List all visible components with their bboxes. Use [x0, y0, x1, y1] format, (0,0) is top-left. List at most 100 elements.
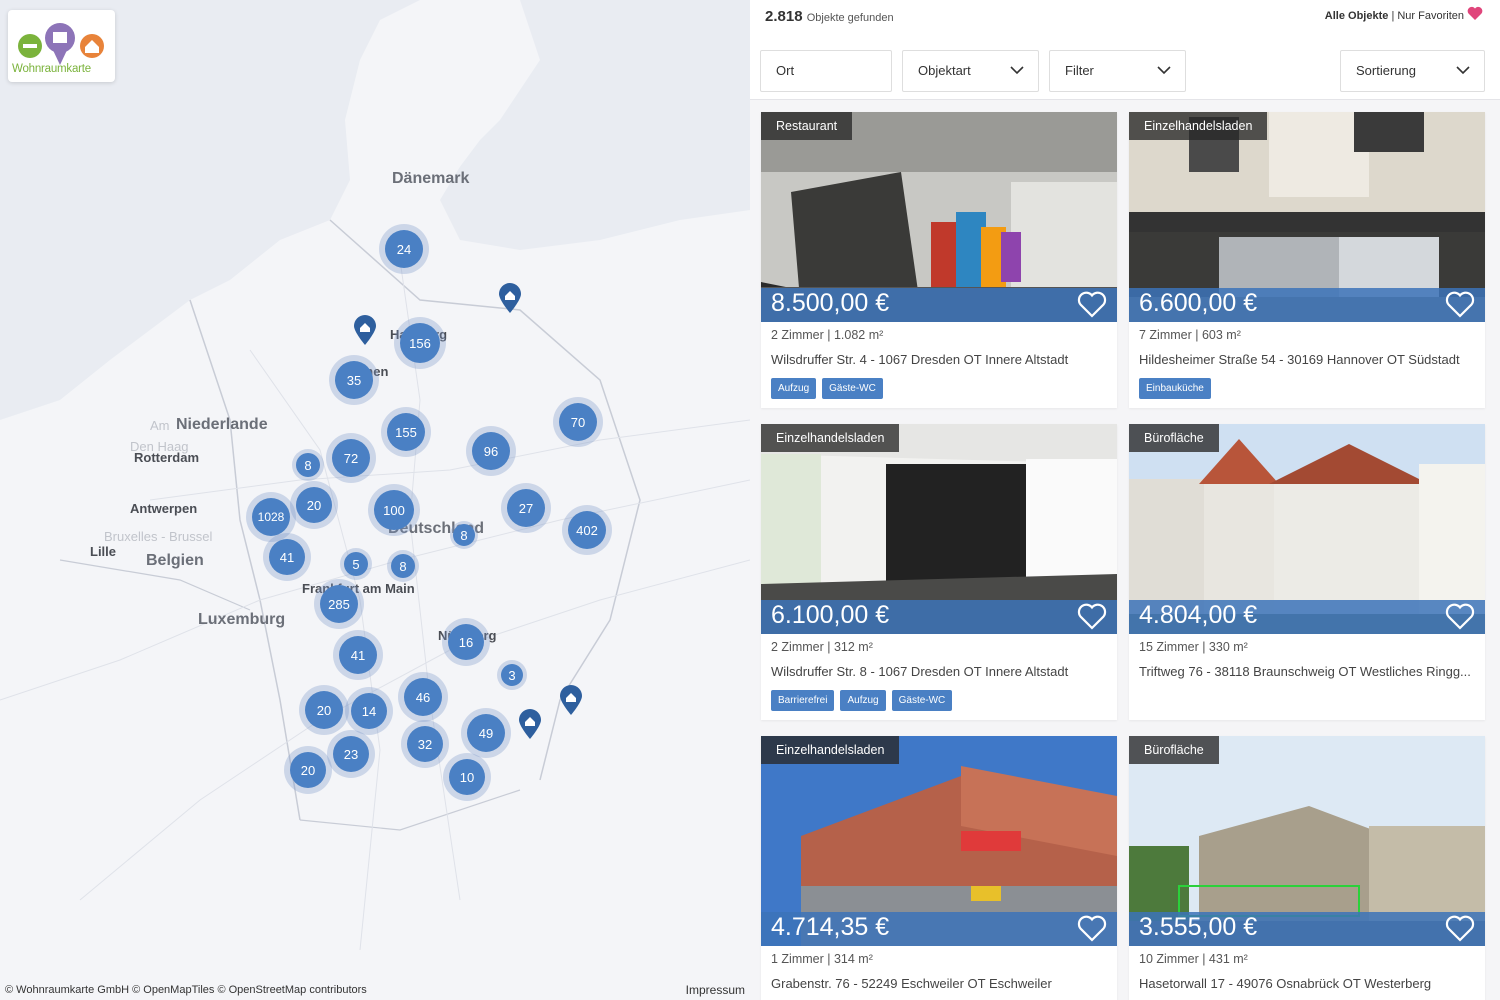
- listing-price: 4.714,35 €: [771, 913, 890, 941]
- cluster-count: 16: [448, 624, 484, 660]
- map-cluster[interactable]: 70: [553, 397, 603, 447]
- favorite-heart-icon[interactable]: [1077, 603, 1107, 630]
- objektart-dropdown[interactable]: Objektart: [902, 50, 1039, 92]
- cluster-count: 23: [333, 736, 369, 772]
- listing-photo[interactable]: Bürofläche 4.804,00 €: [1129, 424, 1485, 634]
- price-bar: 8.500,00 €: [761, 288, 1117, 322]
- map-cluster[interactable]: 20: [284, 746, 332, 794]
- listing-card[interactable]: Einzelhandelsladen 6.600,00 € 7 Zimmer |…: [1129, 112, 1485, 408]
- price-bar: 3.555,00 €: [1129, 912, 1485, 946]
- cluster-count: 70: [559, 403, 597, 441]
- listing-address: Hildesheimer Straße 54 - 30169 Hannover …: [1139, 352, 1460, 367]
- listing-photo[interactable]: Einzelhandelsladen 6.100,00 €: [761, 424, 1117, 634]
- map-cluster[interactable]: 41: [333, 630, 383, 680]
- favorites-heart-icon[interactable]: [1467, 6, 1483, 20]
- map-attribution[interactable]: © Wohnraumkarte GmbH © OpenMapTiles © Op…: [5, 984, 367, 996]
- price-bar: 6.600,00 €: [1129, 288, 1485, 322]
- map-cluster[interactable]: 8: [292, 449, 324, 481]
- listing-address: Wilsdruffer Str. 4 - 1067 Dresden OT Inn…: [771, 352, 1069, 367]
- map[interactable]: Wohnraumkarte Dänemark Niederlande Am De…: [0, 0, 750, 1000]
- listing-meta: 10 Zimmer | 431 m²: [1139, 952, 1248, 966]
- listing-card[interactable]: Bürofläche 4.804,00 € 15 Zimmer | 330 m²…: [1129, 424, 1485, 720]
- listing-photo[interactable]: Bürofläche 3.555,00 €: [1129, 736, 1485, 946]
- tag-badge: Gäste-WC: [891, 690, 953, 711]
- map-cluster[interactable]: 285: [314, 579, 364, 629]
- map-pin-icon[interactable]: [519, 709, 541, 739]
- map-cluster[interactable]: 402: [562, 505, 612, 555]
- results-count: 2.818 Objekte gefunden: [765, 8, 894, 25]
- impressum-link[interactable]: Impressum: [686, 983, 745, 997]
- map-label-antwerpen: Antwerpen: [130, 501, 198, 516]
- map-pin-icon[interactable]: [499, 283, 521, 313]
- listing-address: Triftweg 76 - 38118 Braunschweig OT West…: [1139, 664, 1471, 679]
- toggle-separator: |: [1391, 10, 1395, 22]
- map-cluster[interactable]: 23: [327, 730, 375, 778]
- map-cluster[interactable]: 8: [387, 550, 419, 582]
- map-cluster[interactable]: 156: [394, 317, 446, 369]
- chevron-down-icon: [1010, 66, 1024, 75]
- cluster-count: 3: [501, 664, 523, 686]
- map-cluster[interactable]: 155: [381, 407, 431, 457]
- map-cluster[interactable]: 49: [461, 708, 511, 758]
- cluster-count: 20: [290, 752, 326, 788]
- listing-photo[interactable]: Einzelhandelsladen 6.600,00 €: [1129, 112, 1485, 322]
- price-bar: 4.804,00 €: [1129, 600, 1485, 634]
- listing-photo[interactable]: Restaurant 8.500,00 €: [761, 112, 1117, 322]
- ort-input[interactable]: Ort: [760, 50, 892, 92]
- favorite-heart-icon[interactable]: [1445, 915, 1475, 942]
- cluster-count: 100: [374, 490, 414, 530]
- cluster-count: 20: [296, 487, 332, 523]
- map-cluster[interactable]: 46: [398, 672, 448, 722]
- cluster-count: 72: [332, 439, 370, 477]
- favorite-heart-icon[interactable]: [1077, 291, 1107, 318]
- map-cluster[interactable]: 8: [450, 521, 478, 549]
- listing-tags: Barrierefrei Aufzug Gäste-WC: [771, 690, 953, 711]
- map-cluster[interactable]: 32: [401, 720, 449, 768]
- listing-card[interactable]: Restaurant 8.500,00 € 2 Zimmer | 1.082 m…: [761, 112, 1117, 408]
- map-cluster[interactable]: 35: [329, 355, 379, 405]
- only-favorites-link[interactable]: Nur Favoriten: [1397, 10, 1464, 22]
- map-cluster[interactable]: 20: [299, 685, 349, 735]
- map-pin-icon[interactable]: [354, 315, 376, 345]
- map-cluster[interactable]: 5: [340, 548, 372, 580]
- favorite-heart-icon[interactable]: [1445, 603, 1475, 630]
- listing-card[interactable]: Bürofläche 3.555,00 € 10 Zimmer | 431 m²…: [1129, 736, 1485, 1000]
- listing-card[interactable]: Einzelhandelsladen 4.714,35 € 1 Zimmer |…: [761, 736, 1117, 1000]
- map-cluster[interactable]: 100: [368, 484, 420, 536]
- map-label-rotterdam: Rotterdam: [134, 450, 200, 465]
- cluster-count: 49: [467, 714, 505, 752]
- map-pin-icon[interactable]: [560, 685, 582, 715]
- price-bar: 6.100,00 €: [761, 600, 1117, 634]
- map-cluster[interactable]: 72: [326, 433, 376, 483]
- map-cluster[interactable]: 10: [443, 753, 491, 801]
- cluster-count: 8: [296, 453, 320, 477]
- map-cluster[interactable]: 16: [442, 618, 490, 666]
- favorite-heart-icon[interactable]: [1077, 915, 1107, 942]
- map-cluster[interactable]: 20: [290, 481, 338, 529]
- cluster-count: 35: [335, 361, 373, 399]
- map-cluster[interactable]: 96: [466, 426, 516, 476]
- cluster-count: 14: [351, 693, 387, 729]
- map-label-bruxelles: Bruxelles - Brussel: [104, 529, 213, 544]
- map-cluster[interactable]: 14: [345, 687, 393, 735]
- sortierung-label: Sortierung: [1356, 63, 1416, 78]
- map-label-belgien: Belgien: [146, 552, 204, 569]
- wohnraumkarte-logo[interactable]: Wohnraumkarte: [8, 10, 115, 82]
- map-label-daenemark: Dänemark: [392, 170, 470, 187]
- favorite-heart-icon[interactable]: [1445, 291, 1475, 318]
- map-label-luxemburg: Luxemburg: [198, 611, 286, 628]
- map-cluster[interactable]: 27: [501, 483, 551, 533]
- listing-type-badge: Restaurant: [761, 112, 853, 140]
- map-cluster[interactable]: 3: [497, 660, 527, 690]
- listing-price: 6.600,00 €: [1139, 289, 1258, 317]
- filter-dropdown[interactable]: Filter: [1049, 50, 1186, 92]
- listing-card[interactable]: Einzelhandelsladen 6.100,00 € 2 Zimmer |…: [761, 424, 1117, 720]
- sortierung-dropdown[interactable]: Sortierung: [1340, 50, 1485, 92]
- cluster-count: 1028: [252, 498, 290, 536]
- map-cluster[interactable]: 24: [379, 224, 429, 274]
- listing-photo[interactable]: Einzelhandelsladen 4.714,35 €: [761, 736, 1117, 946]
- listing-price: 6.100,00 €: [771, 601, 890, 629]
- cluster-count: 41: [339, 636, 377, 674]
- all-objects-link[interactable]: Alle Objekte: [1325, 10, 1389, 22]
- map-cluster[interactable]: 41: [263, 533, 311, 581]
